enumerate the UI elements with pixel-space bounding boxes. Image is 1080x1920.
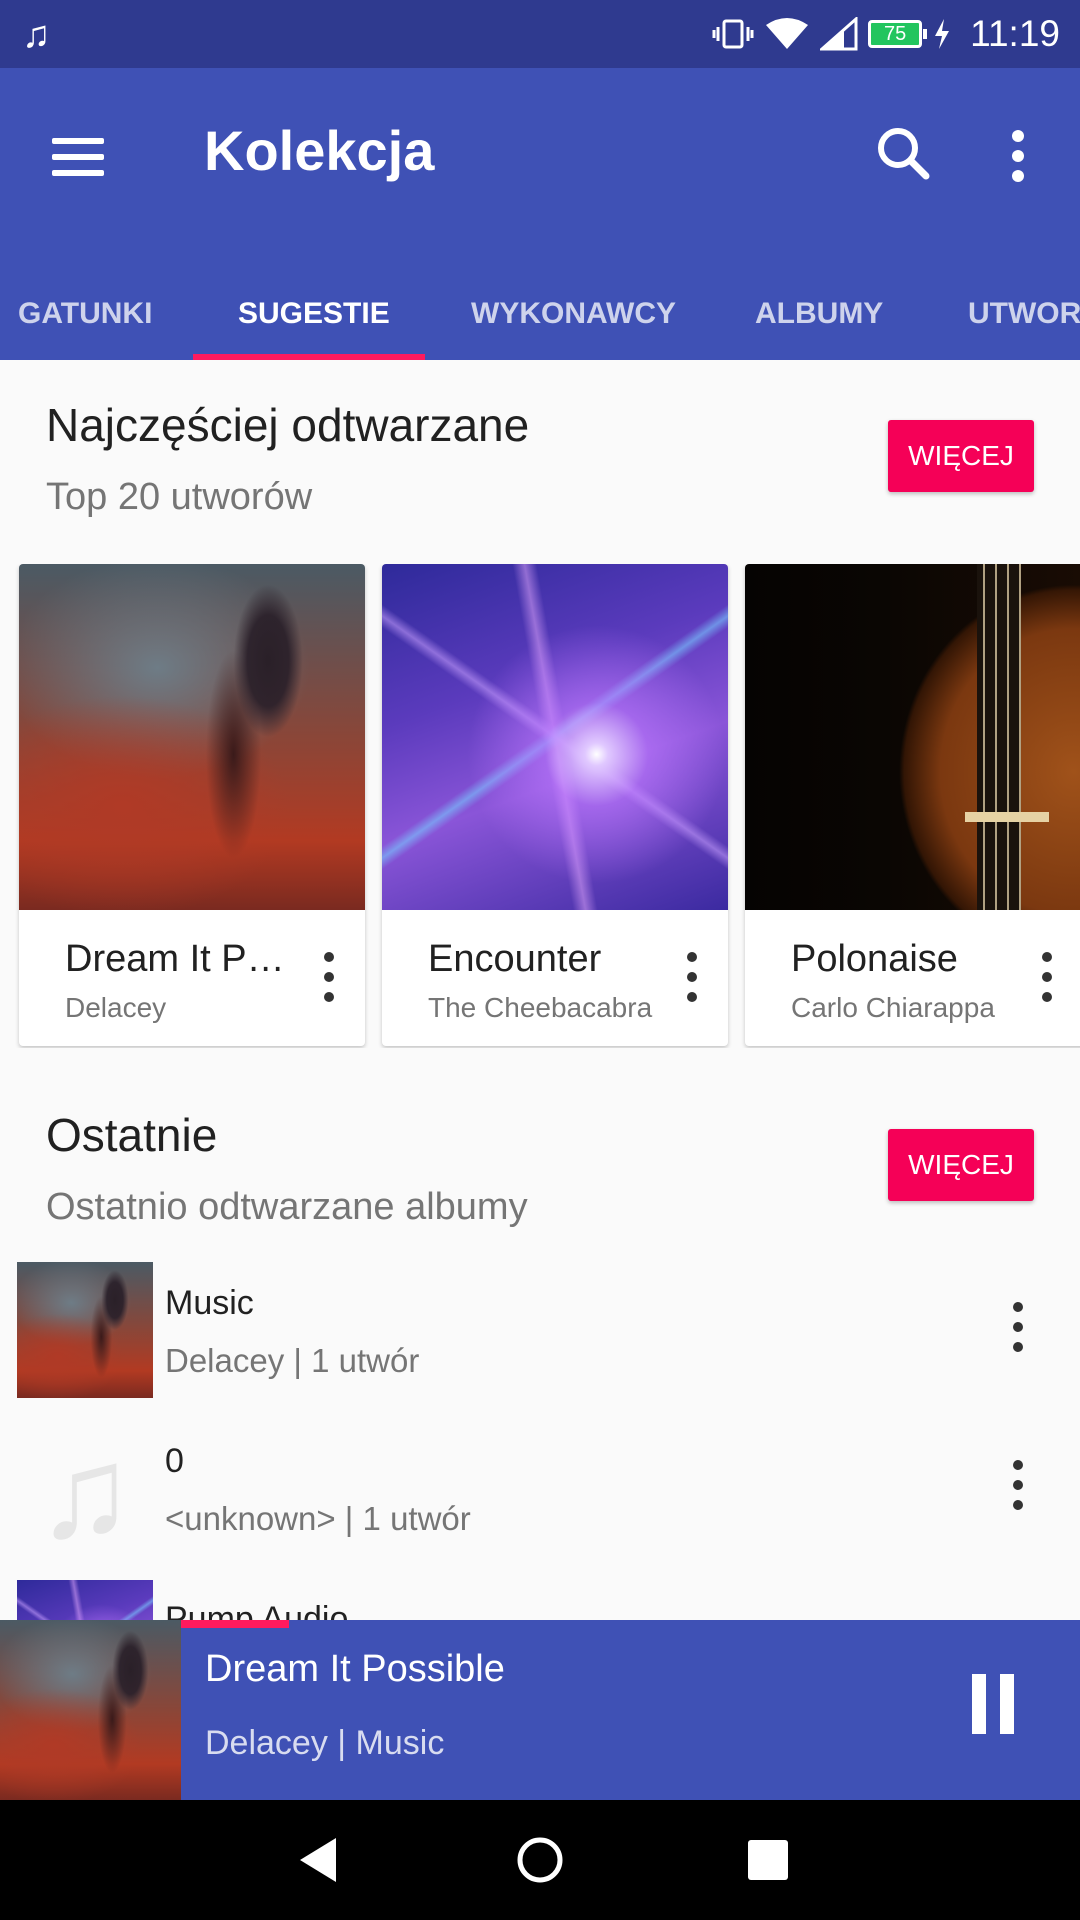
music-note-icon: ♫ — [36, 1422, 134, 1558]
music-note-icon: ♫ — [22, 14, 51, 56]
tab-sugestie[interactable]: SUGESTIE — [238, 268, 390, 360]
most-played-more-button[interactable]: WIĘCEJ — [888, 420, 1034, 492]
search-icon — [878, 128, 930, 180]
card-title: Encounter — [428, 938, 602, 980]
page-title: Kolekcja — [204, 119, 435, 182]
list-item-more-button[interactable] — [1000, 1292, 1036, 1362]
now-playing-album-art — [0, 1620, 181, 1800]
vibrate-icon — [712, 19, 754, 49]
now-playing-subtitle: Delacey | Music — [205, 1724, 445, 1762]
back-icon — [300, 1838, 336, 1882]
card-more-button[interactable] — [1027, 944, 1067, 1010]
track-card[interactable]: Dream It Po… Delacey — [19, 564, 365, 1046]
album-art — [745, 564, 1080, 910]
recent-more-button[interactable]: WIĘCEJ — [888, 1129, 1034, 1201]
list-item[interactable]: ♫ 0 <unknown> | 1 utwór — [0, 1422, 1080, 1580]
recent-title: Ostatnie — [46, 1109, 218, 1161]
tab-indicator — [193, 354, 425, 360]
menu-icon — [52, 138, 104, 144]
pause-button[interactable] — [960, 1674, 1020, 1744]
track-card[interactable]: Polonaise Carlo Chiarappa — [745, 564, 1080, 1046]
tab-gatunki[interactable]: GATUNKI — [18, 268, 152, 360]
list-item-subtitle: <unknown> | 1 utwór — [165, 1500, 471, 1537]
battery-icon: 75 — [868, 20, 928, 48]
tab-bar: GATUNKI SUGESTIE WYKONAWCY ALBUMY UTWORY — [0, 268, 1080, 360]
card-artist: Delacey — [65, 992, 167, 1023]
tab-wykonawcy[interactable]: WYKONAWCY — [471, 268, 676, 360]
recents-icon — [748, 1840, 788, 1880]
menu-button[interactable] — [48, 128, 112, 192]
now-playing-bar[interactable]: Dream It Possible Delacey | Music — [0, 1620, 1080, 1800]
search-button[interactable] — [866, 116, 946, 196]
status-bar: ♫ 75 11:19 — [0, 0, 1080, 68]
playback-progress — [181, 1620, 289, 1628]
list-item-title: 0 — [165, 1442, 184, 1480]
card-more-button[interactable] — [672, 944, 712, 1010]
home-icon — [517, 1837, 563, 1883]
wifi-icon — [766, 18, 809, 49]
list-item[interactable]: Music Delacey | 1 utwór — [0, 1262, 1080, 1420]
more-vert-icon — [687, 952, 697, 1002]
card-more-button[interactable] — [309, 944, 349, 1010]
system-nav-bar — [0, 1800, 1080, 1920]
overflow-menu-button[interactable] — [990, 116, 1046, 196]
card-artist: Carlo Chiarappa — [791, 992, 995, 1023]
album-art — [17, 1262, 153, 1398]
most-played-title: Najczęściej odtwarzane — [46, 399, 530, 451]
tab-utwory[interactable]: UTWORY — [968, 268, 1080, 360]
app-bar: Kolekcja GATUNKI SUGESTIE WYKONAWCY ALBU… — [0, 68, 1080, 360]
battery-level: 75 — [884, 23, 907, 45]
recent-subtitle: Ostatnio odtwarzane albumy — [46, 1186, 528, 1228]
album-art — [19, 564, 365, 910]
most-played-carousel: Dream It Po… Delacey Encounter The Cheeb… — [0, 564, 1080, 1048]
track-card[interactable]: Encounter The Cheebacabra — [382, 564, 728, 1046]
charging-icon — [935, 19, 950, 49]
status-icons: 75 11:19 — [712, 0, 1060, 68]
tab-albumy[interactable]: ALBUMY — [755, 268, 883, 360]
list-item-title: Music — [165, 1284, 254, 1322]
card-title: Polonaise — [791, 938, 958, 980]
now-playing-title: Dream It Possible — [205, 1648, 505, 1690]
signal-icon — [820, 17, 858, 51]
card-title: Dream It Po… — [65, 938, 305, 980]
album-art — [382, 564, 728, 910]
back-button[interactable] — [290, 1830, 350, 1890]
card-artist: The Cheebacabra — [428, 992, 653, 1023]
clock: 11:19 — [970, 13, 1060, 54]
most-played-subtitle: Top 20 utworów — [46, 476, 313, 518]
more-vert-icon — [1042, 952, 1052, 1002]
home-button[interactable] — [510, 1830, 570, 1890]
list-item-more-button[interactable] — [1000, 1450, 1036, 1520]
more-vert-icon — [1013, 1460, 1023, 1510]
more-vert-icon — [1013, 1302, 1023, 1352]
recents-button[interactable] — [738, 1830, 798, 1890]
list-item-subtitle: Delacey | 1 utwór — [165, 1342, 420, 1379]
more-vert-icon — [324, 952, 334, 1002]
more-vert-icon — [1012, 130, 1024, 182]
